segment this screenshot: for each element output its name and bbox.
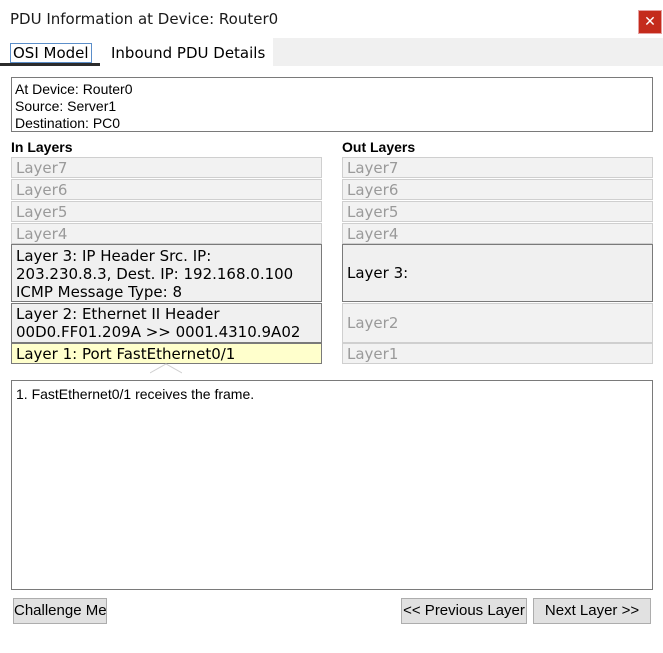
in-layers-heading: In Layers [11,139,73,155]
out-layer-7[interactable]: Layer7 [342,157,653,178]
detail-text: 1. FastEthernet0/1 receives the frame. [16,386,255,402]
out-layers-heading: Out Layers [342,139,416,155]
device-info-box: At Device: Router0 Source: Server1 Desti… [11,77,653,132]
challenge-me-button[interactable]: Challenge Me [13,598,107,624]
out-layer-4[interactable]: Layer4 [342,223,653,244]
in-layer-4[interactable]: Layer4 [11,223,322,244]
in-layer-1[interactable]: Layer 1: Port FastEthernet0/1 [11,343,322,364]
close-icon: ✕ [644,13,656,29]
out-layer-2[interactable]: Layer2 [342,303,653,343]
in-layer-5[interactable]: Layer5 [11,201,322,222]
out-layer-5[interactable]: Layer5 [342,201,653,222]
next-layer-button[interactable]: Next Layer >> [533,598,651,624]
source-label: Source: Server1 [15,98,117,114]
tab-strip [273,38,663,66]
window-title: PDU Information at Device: Router0 [10,10,279,28]
in-layer-3[interactable]: Layer 3: IP Header Src. IP: 203.230.8.3,… [11,244,322,302]
selection-pointer-icon [150,363,182,374]
tab-osi-model[interactable]: OSI Model [0,38,100,66]
destination-label: Destination: PC0 [15,115,121,131]
out-layer-6[interactable]: Layer6 [342,179,653,200]
out-layer-1[interactable]: Layer1 [342,343,653,364]
layer-detail-box: 1. FastEthernet0/1 receives the frame. [11,380,653,590]
previous-layer-button[interactable]: << Previous Layer [401,598,527,624]
in-layer-7[interactable]: Layer7 [11,157,322,178]
in-layer-6[interactable]: Layer6 [11,179,322,200]
tab-inbound-pdu-details[interactable]: Inbound PDU Details [100,38,273,66]
tab-label: Inbound PDU Details [111,44,266,62]
tab-label: OSI Model [10,43,92,63]
in-layer-2[interactable]: Layer 2: Ethernet II Header 00D0.FF01.20… [11,303,322,343]
out-layer-3[interactable]: Layer 3: [342,244,653,302]
close-button[interactable]: ✕ [638,10,662,34]
device-label: At Device: Router0 [15,81,133,97]
